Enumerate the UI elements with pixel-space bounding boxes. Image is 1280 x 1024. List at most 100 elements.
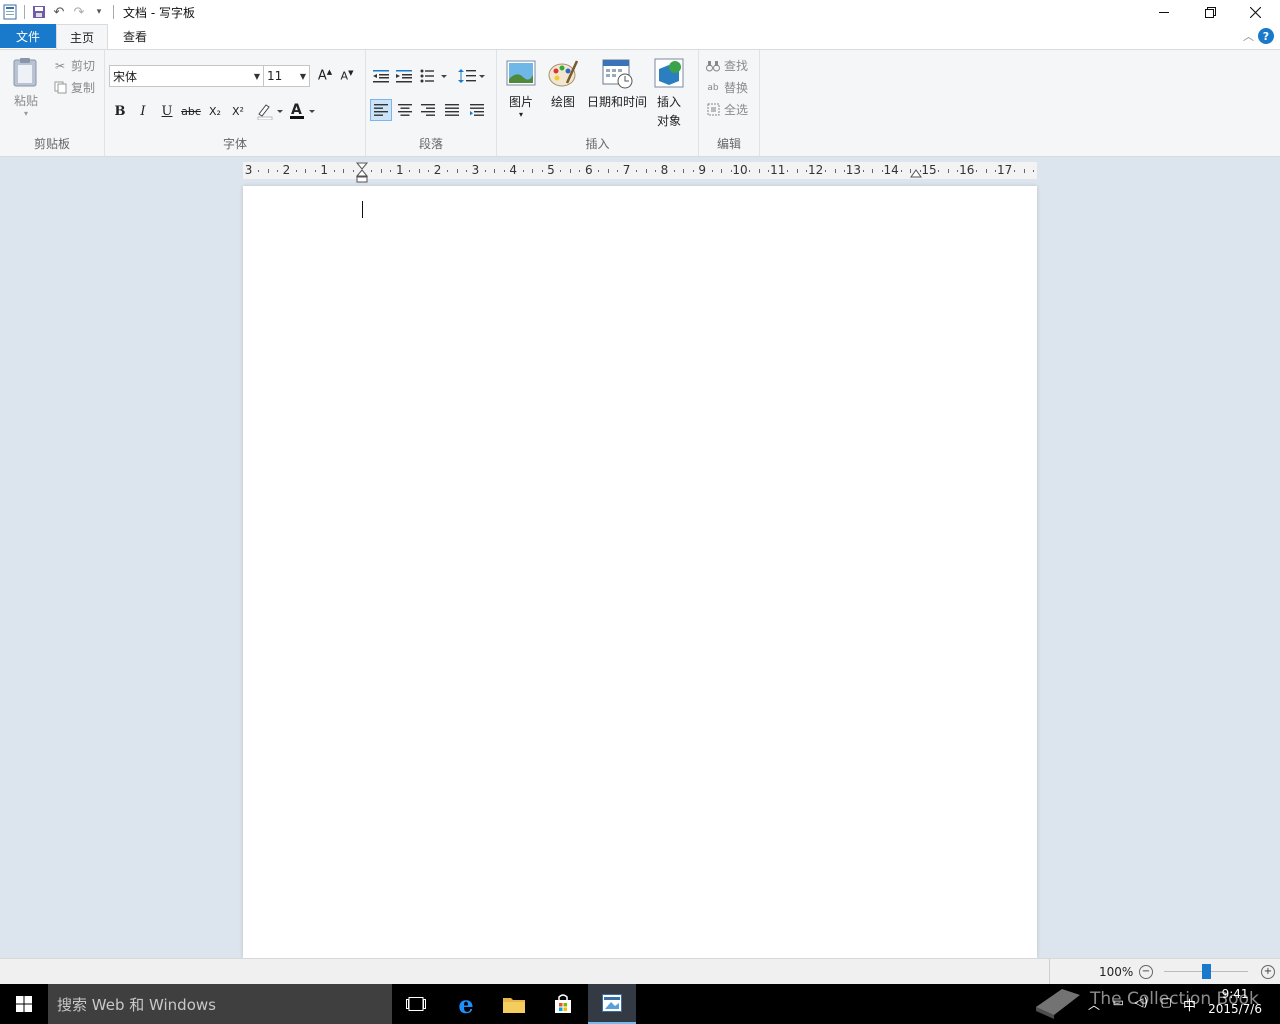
- find-button[interactable]: 查找: [705, 57, 748, 74]
- copy-button[interactable]: 复制: [52, 79, 95, 96]
- ruler-tick: [730, 170, 732, 172]
- ruler-tick: [881, 170, 883, 172]
- cut-label: 剪切: [71, 59, 96, 73]
- picture-dropdown-icon[interactable]: ▾: [519, 110, 523, 119]
- watermark-text: The Collection Book: [1090, 989, 1259, 1009]
- ruler-label: 17: [996, 163, 1013, 177]
- insert-paint-drawing-button[interactable]: 绘图: [545, 57, 581, 110]
- ruler-label: 15: [921, 163, 937, 177]
- align-right-button[interactable]: [417, 99, 439, 121]
- app-icon[interactable]: [0, 3, 20, 21]
- task-view-icon: [406, 997, 426, 1011]
- tab-view[interactable]: 查看: [112, 24, 158, 48]
- taskbar-edge[interactable]: e: [442, 984, 490, 1024]
- taskbar-store[interactable]: [539, 984, 587, 1024]
- insert-datetime-button[interactable]: 日期和时间: [587, 57, 647, 110]
- cut-button[interactable]: ✂ 剪切: [52, 57, 95, 74]
- ruler-tick: [569, 169, 571, 173]
- justify-button[interactable]: [441, 99, 463, 121]
- ruler[interactable]: 3 2 1 1 2 3 4 5 6 7 8 9 10 11 12 13 14 15 16 17: [243, 162, 1037, 183]
- paragraph-button[interactable]: [466, 99, 488, 121]
- font-color-letter: A: [291, 102, 302, 118]
- redo-icon[interactable]: ↷: [69, 3, 89, 21]
- select-all-button[interactable]: 全选: [705, 101, 748, 118]
- strikethrough-button[interactable]: abc: [180, 100, 202, 122]
- grow-font-button[interactable]: A▲: [314, 65, 336, 87]
- folder-icon: [503, 998, 525, 1013]
- taskbar-search-box[interactable]: 搜索 Web 和 Windows: [48, 984, 392, 1024]
- undo-icon[interactable]: ↶: [49, 3, 69, 21]
- taskbar-file-explorer[interactable]: [490, 984, 538, 1024]
- line-spacing-button[interactable]: [457, 65, 487, 87]
- minimize-button[interactable]: [1141, 0, 1187, 24]
- first-line-indent-marker-icon[interactable]: [356, 162, 368, 184]
- paste-dropdown-icon[interactable]: ▾: [24, 109, 28, 118]
- ruler-tick: [532, 169, 534, 173]
- paste-button[interactable]: 粘贴 ▾: [8, 56, 44, 118]
- ruler-tick: [787, 170, 789, 172]
- align-right-icon: [421, 104, 435, 116]
- insert-group-label: 插入: [585, 137, 610, 151]
- ruler-label: 11: [770, 163, 786, 177]
- save-icon[interactable]: [29, 3, 49, 21]
- increase-indent-button[interactable]: [393, 65, 415, 87]
- ruler-tick: [645, 169, 647, 173]
- ruler-tick: [692, 170, 694, 172]
- shrink-font-button[interactable]: A▼: [336, 65, 358, 87]
- start-button[interactable]: [0, 984, 48, 1024]
- ruler-tick: [721, 169, 723, 173]
- align-center-button[interactable]: [394, 99, 416, 121]
- tab-home[interactable]: 主页: [56, 24, 108, 49]
- collapse-ribbon-icon[interactable]: ︿: [1243, 28, 1254, 44]
- paste-icon: [13, 58, 37, 87]
- font-size-select[interactable]: 11 ▼: [263, 65, 310, 87]
- picture-label: 图片: [508, 95, 533, 109]
- watermark: The Collection Book: [1032, 977, 1264, 1021]
- ruler-tick: [352, 170, 354, 172]
- ruler-tick: [598, 170, 600, 172]
- replace-icon: ab: [707, 82, 719, 93]
- font-family-select[interactable]: 宋体 ▼: [109, 65, 264, 87]
- task-view-button[interactable]: [392, 984, 440, 1024]
- ruler-tick: [343, 169, 345, 173]
- font-color-button[interactable]: A: [287, 100, 317, 122]
- ruler-tick: [371, 170, 373, 172]
- replace-button[interactable]: ab 替换: [705, 79, 748, 96]
- ribbon-tabs: 文件 主页 查看 ︿ ?: [0, 24, 1280, 49]
- italic-button[interactable]: I: [132, 100, 154, 122]
- bold-button[interactable]: B: [109, 100, 131, 122]
- insert-picture-button[interactable]: 图片 ▾: [503, 57, 539, 119]
- paint-label: 绘图: [550, 95, 575, 109]
- list-button[interactable]: [419, 65, 451, 87]
- superscript-button[interactable]: X²: [227, 100, 249, 122]
- underline-button[interactable]: U: [156, 100, 178, 122]
- separator: [113, 5, 114, 19]
- align-left-button[interactable]: [370, 99, 392, 121]
- help-icon[interactable]: ?: [1258, 28, 1274, 44]
- calendar-clock-icon: [602, 59, 633, 89]
- tab-file[interactable]: 文件: [0, 24, 56, 48]
- font-family-value: 宋体: [113, 69, 138, 84]
- document-page[interactable]: [243, 186, 1037, 958]
- highlight-button[interactable]: [255, 100, 285, 122]
- object-label-line2: 对象: [656, 114, 681, 128]
- insert-object-button[interactable]: 插入 对象: [651, 57, 687, 129]
- subscript-button[interactable]: X₂: [204, 100, 226, 122]
- scissors-icon: ✂: [54, 58, 66, 73]
- decrease-indent-button[interactable]: [370, 65, 392, 87]
- ruler-label: 12: [807, 163, 824, 177]
- close-button[interactable]: [1232, 0, 1278, 24]
- customize-qat-icon[interactable]: ▾: [89, 3, 109, 21]
- select-all-icon: [705, 102, 721, 118]
- ruler-tick: [1014, 170, 1016, 172]
- ruler-tick: [465, 170, 467, 172]
- ruler-tick: [938, 170, 940, 172]
- ruler-label: 16: [959, 163, 975, 177]
- right-indent-marker-icon[interactable]: [910, 168, 922, 178]
- book-logo-icon: [1036, 989, 1080, 1019]
- ruler-tick: [409, 170, 411, 172]
- taskbar-wordpad[interactable]: [588, 984, 636, 1024]
- restore-button[interactable]: [1187, 0, 1233, 24]
- ruler-label: 14: [883, 163, 899, 177]
- ruler-label: 1: [320, 163, 329, 177]
